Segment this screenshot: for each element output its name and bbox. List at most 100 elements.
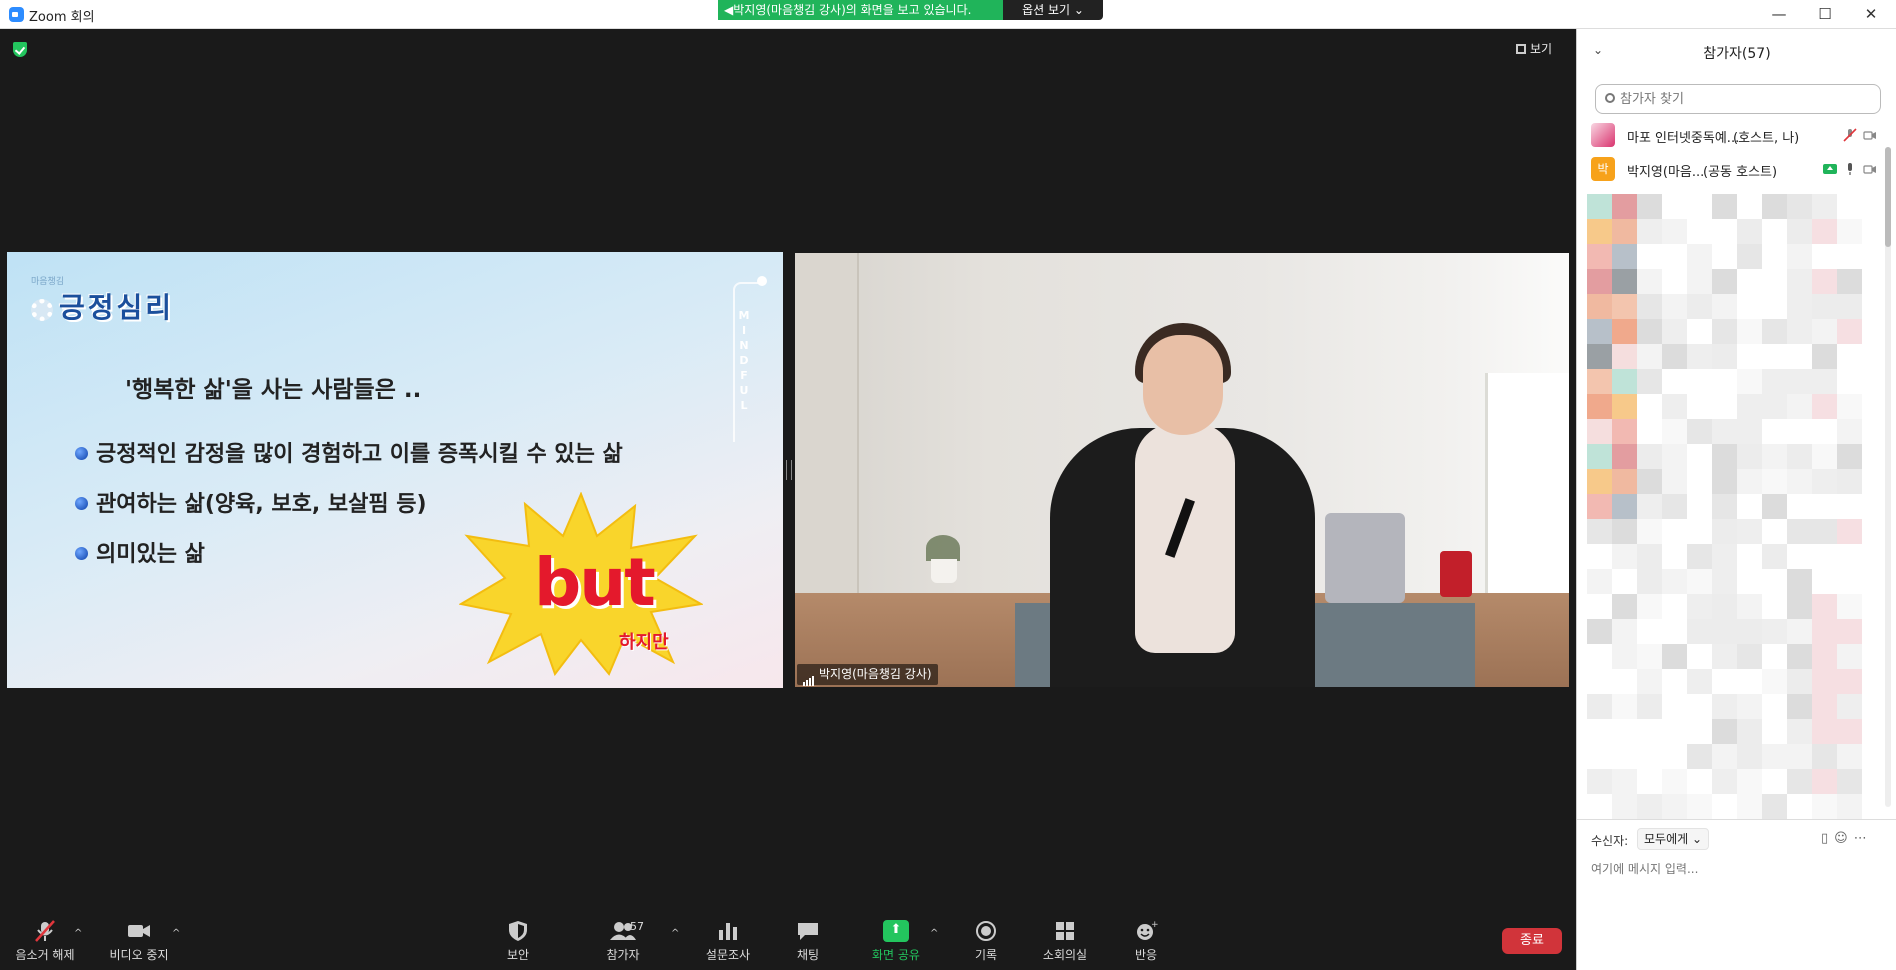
participant-search[interactable] [1595, 84, 1881, 114]
participant-search-input[interactable] [1620, 89, 1870, 109]
zoom-window: Zoom 회의 — ☐ ✕ ◀박지영(마음챙김 강사)의 화면을 보고 있습니다… [0, 0, 1896, 970]
bullet-text: 의미있는 삶 [96, 542, 205, 567]
obscured-cell [1612, 794, 1637, 819]
obscured-cell [1637, 619, 1662, 644]
share-options-caret-icon[interactable]: ^ [930, 928, 938, 939]
obscured-cell [1812, 669, 1837, 694]
obscured-cell [1837, 294, 1862, 319]
obscured-cell [1662, 244, 1687, 269]
chat-message-input[interactable] [1591, 860, 1881, 950]
obscured-cell [1662, 269, 1687, 294]
file-icon[interactable]: ▯ [1821, 831, 1834, 846]
emoji-add-icon: + [1137, 920, 1158, 940]
obscured-cell [1762, 744, 1787, 769]
obscured-cell [1612, 544, 1637, 569]
minimize-button[interactable]: — [1756, 0, 1802, 29]
stop-video-button[interactable]: 비디오 중지 [102, 920, 176, 963]
video-off-icon[interactable] [1863, 128, 1877, 142]
obscured-cell [1687, 194, 1712, 219]
obscured-cell [1687, 669, 1712, 694]
obscured-cell [1837, 744, 1862, 769]
mindful-vertical-text: MINDFUL [738, 308, 750, 413]
end-meeting-button[interactable]: 종료 [1502, 928, 1562, 954]
meeting-toolbar: 음소거 해제 ^ 비디오 중지 ^ 보안 57 참가자 ^ 설문조사 채팅 ⬆ … [0, 912, 1576, 970]
obscured-cell [1587, 594, 1612, 619]
slide-title: 긍정심리 [59, 291, 175, 324]
obscured-cell [1687, 269, 1712, 294]
emoji-icon[interactable]: ☺ [1834, 831, 1854, 846]
close-button[interactable]: ✕ [1848, 0, 1894, 29]
more-icon[interactable]: ⋯ [1854, 831, 1873, 846]
obscured-cell [1812, 444, 1837, 469]
encryption-shield-icon[interactable] [13, 42, 27, 57]
shared-screen-slide: 마음챙김 긍정심리 '행복한 삶'을 사는 사람들은 .. 긍정적인 감정을 많… [7, 252, 783, 688]
sharing-screen-icon [1823, 164, 1837, 174]
unmute-button[interactable]: 음소거 해제 [8, 920, 82, 963]
obscured-cell [1687, 319, 1712, 344]
obscured-cell [1587, 669, 1612, 694]
mic-icon[interactable] [1843, 162, 1857, 176]
obscured-cell [1787, 694, 1812, 719]
muted-mic-icon[interactable] [1843, 128, 1857, 142]
view-options-button[interactable]: 옵션 보기 ⌄ [1003, 0, 1103, 20]
record-label: 기록 [974, 948, 998, 962]
share-screen-button[interactable]: ⬆ 화면 공유 [859, 920, 933, 963]
obscured-cell [1687, 519, 1712, 544]
obscured-cell [1637, 369, 1662, 394]
obscured-cell [1712, 569, 1737, 594]
obscured-cell [1612, 194, 1637, 219]
obscured-cell [1687, 419, 1712, 444]
obscured-cell [1787, 494, 1812, 519]
obscured-cell [1712, 744, 1737, 769]
obscured-cell [1837, 369, 1862, 394]
obscured-cell [1612, 569, 1637, 594]
obscured-cell [1837, 594, 1862, 619]
obscured-cell [1712, 644, 1737, 669]
obscured-cell [1612, 469, 1637, 494]
obscured-cell [1737, 319, 1762, 344]
obscured-cell [1762, 219, 1787, 244]
participants-button[interactable]: 57 참가자 [586, 920, 660, 963]
view-button[interactable]: 보기 [1516, 40, 1552, 57]
participants-scrollbar[interactable] [1885, 147, 1891, 807]
obscured-cell [1587, 444, 1612, 469]
obscured-cell [1787, 469, 1812, 494]
obscured-cell [1812, 719, 1837, 744]
video-options-caret-icon[interactable]: ^ [172, 928, 180, 939]
view-splitter-handle[interactable] [786, 460, 792, 480]
video-icon[interactable] [1863, 162, 1877, 176]
obscured-cell [1787, 619, 1812, 644]
share-banner-text: 박지영(마음챙김 강사)의 화면을 보고 있습니다. [733, 3, 972, 17]
obscured-cell [1737, 519, 1762, 544]
obscured-cell [1812, 794, 1837, 819]
unmute-label: 음소거 해제 [15, 948, 75, 962]
scrollbar-thumb[interactable] [1885, 147, 1891, 247]
obscured-cell [1837, 394, 1862, 419]
chat-recipient-dropdown[interactable]: 모두에게 ⌄ [1637, 828, 1710, 850]
participants-options-caret-icon[interactable]: ^ [671, 928, 679, 939]
speaker-video-tile[interactable]: 박지영(마음챙김 강사) [795, 253, 1569, 687]
chat-button[interactable]: 채팅 [771, 920, 845, 963]
obscured-cell [1837, 569, 1862, 594]
obscured-cell [1762, 594, 1787, 619]
obscured-cell [1612, 269, 1637, 294]
participant-row[interactable]: 박 박지영(마음... (공동 호스트) [1591, 154, 1881, 184]
signal-bars-icon [803, 665, 815, 686]
security-button[interactable]: 보안 [481, 920, 555, 963]
record-button[interactable]: 기록 [949, 920, 1023, 963]
breakout-rooms-button[interactable]: 소회의실 [1028, 920, 1102, 963]
slide-subtitle: '행복한 삶'을 사는 사람들은 .. [125, 377, 422, 403]
obscured-cell [1762, 194, 1787, 219]
obscured-cell [1712, 369, 1737, 394]
reactions-button[interactable]: + 반응 [1109, 920, 1183, 963]
participant-row[interactable]: 마포 인터넷중독예... (호스트, 나) [1591, 120, 1881, 150]
obscured-cell [1612, 344, 1637, 369]
polls-button[interactable]: 설문조사 [691, 920, 765, 963]
obscured-cell [1662, 369, 1687, 394]
obscured-cell [1587, 319, 1612, 344]
maximize-button[interactable]: ☐ [1802, 0, 1848, 29]
obscured-cell [1587, 519, 1612, 544]
audio-options-caret-icon[interactable]: ^ [74, 928, 82, 939]
obscured-cell [1637, 219, 1662, 244]
obscured-cell [1712, 619, 1737, 644]
